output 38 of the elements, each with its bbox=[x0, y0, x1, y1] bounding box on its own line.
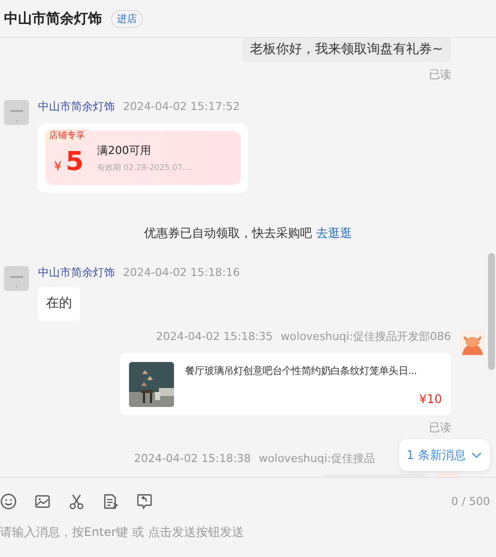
coupon-card[interactable]: 店铺专享 ¥5 满200可用 有效期 02.28-2025.07.... bbox=[38, 123, 248, 193]
sender-name[interactable]: 中山市简余灯饰 bbox=[38, 266, 115, 280]
sender-name[interactable]: 中山市简余灯饰 bbox=[38, 100, 115, 114]
coupon-condition: 满200可用 bbox=[97, 143, 152, 158]
chevron-down-icon bbox=[471, 452, 482, 458]
coupon-amount: 5 bbox=[66, 148, 84, 176]
message-bubble: 老板你好，我来领取询盘有礼券~ bbox=[242, 38, 451, 62]
coupon-validity: 有效期 02.28-2025.07.... bbox=[97, 162, 193, 173]
emoji-icon[interactable] bbox=[0, 492, 17, 510]
scrollbar[interactable] bbox=[488, 253, 495, 370]
message-time: 2024-04-02 15:18:35 bbox=[156, 330, 273, 344]
document-icon[interactable] bbox=[102, 492, 119, 510]
shop-title: 中山市简余灯饰 bbox=[4, 10, 102, 28]
currency-symbol: ¥ bbox=[54, 159, 62, 173]
message-bubble: 在的 bbox=[38, 287, 80, 321]
product-card[interactable]: 餐厅玻璃吊灯创意吧台个性简约奶白条纹灯笼单头日... ¥10 bbox=[120, 353, 451, 415]
chat-bubble-icon[interactable] bbox=[136, 492, 153, 510]
sender-name: woloveshuqi:促佳搜品开发部086 bbox=[280, 330, 451, 344]
read-status: 已读 bbox=[429, 68, 451, 82]
image-icon[interactable] bbox=[34, 492, 51, 510]
new-messages-button[interactable]: 1 条新消息 bbox=[398, 439, 490, 471]
product-price: ¥10 bbox=[419, 392, 442, 406]
scissors-icon[interactable] bbox=[68, 492, 85, 510]
product-title: 餐厅玻璃吊灯创意吧台个性简约奶白条纹灯笼单头日... bbox=[185, 364, 418, 378]
shop-avatar bbox=[4, 100, 29, 125]
enter-shop-button[interactable]: 进店 bbox=[111, 10, 143, 28]
system-notice: 优惠券已自动领取，快去采购吧 去逛逛 bbox=[144, 226, 352, 240]
character-counter: 0 / 500 bbox=[451, 494, 490, 508]
sender-name: woloveshuqi:促佳搜品 bbox=[258, 452, 375, 466]
shop-avatar bbox=[4, 266, 29, 291]
message-input[interactable]: 请输入消息，按Enter键 或 点击发送按钮发送 bbox=[0, 524, 480, 540]
message-time: 2024-04-02 15:18:38 bbox=[134, 452, 251, 466]
user-avatar bbox=[460, 330, 485, 355]
message-time: 2024-04-02 15:17:52 bbox=[123, 100, 240, 114]
coupon-tag: 店铺专享 bbox=[45, 129, 89, 142]
go-shopping-link[interactable]: 去逛逛 bbox=[316, 226, 352, 240]
message-time: 2024-04-02 15:18:16 bbox=[123, 266, 240, 280]
read-status: 已读 bbox=[429, 421, 451, 435]
